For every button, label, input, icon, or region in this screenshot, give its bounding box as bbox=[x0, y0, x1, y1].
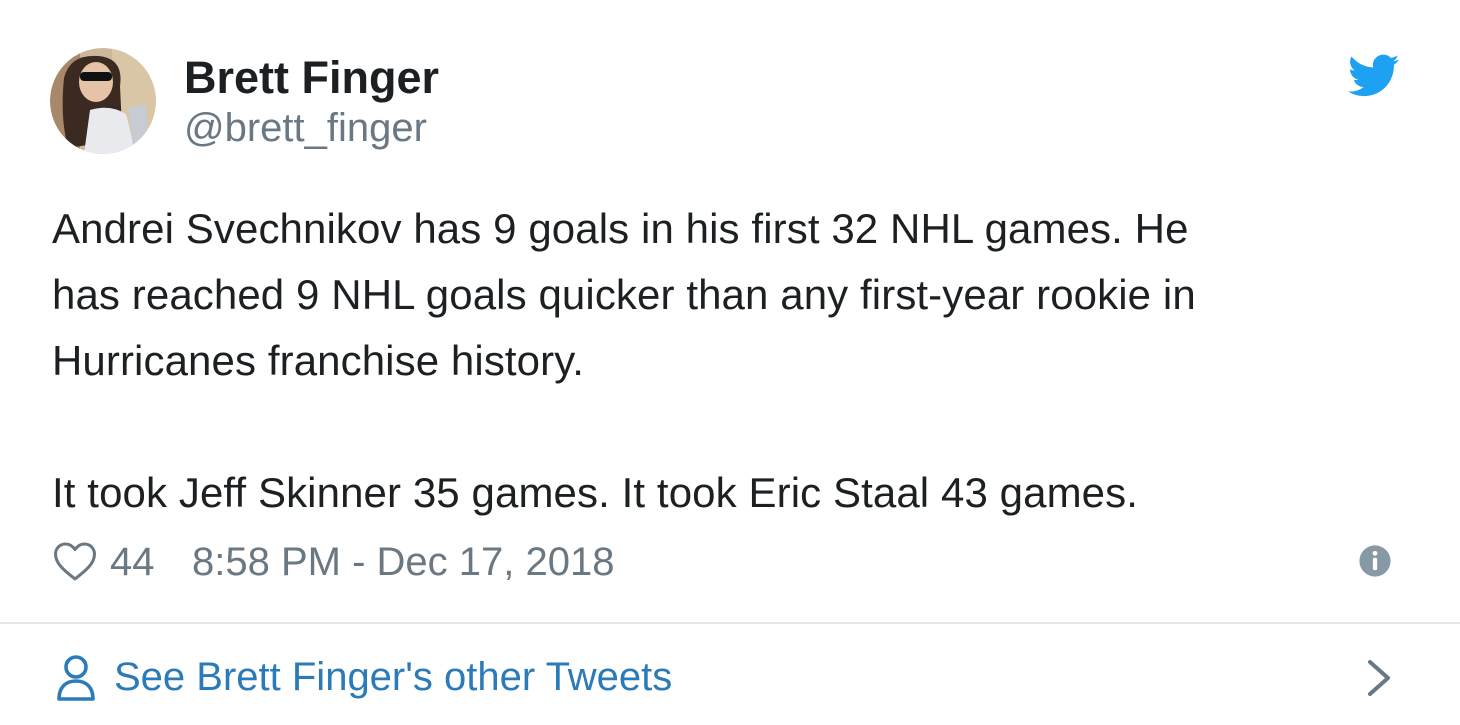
heart-icon[interactable] bbox=[52, 540, 98, 582]
tweet-timestamp[interactable]: 8:58 PM - Dec 17, 2018 bbox=[192, 538, 614, 586]
tweet-meta: 44 8:58 PM - Dec 17, 2018 bbox=[52, 536, 1402, 588]
see-other-tweets-label[interactable]: See Brett Finger's other Tweets bbox=[114, 652, 672, 702]
like-count[interactable]: 44 bbox=[110, 538, 155, 586]
info-icon[interactable] bbox=[1358, 544, 1392, 578]
tweet-text: Andrei Svechnikov has 9 goals in his fir… bbox=[52, 205, 1196, 516]
author-name[interactable]: Brett Finger bbox=[184, 52, 439, 104]
tweet-header: Brett Finger @brett_finger bbox=[50, 46, 1410, 156]
twitter-bird-icon[interactable] bbox=[1348, 54, 1400, 98]
person-icon bbox=[57, 655, 95, 701]
see-other-tweets-link[interactable]: See Brett Finger's other Tweets bbox=[0, 624, 1460, 725]
avatar[interactable] bbox=[50, 48, 156, 154]
author-handle[interactable]: @brett_finger bbox=[184, 104, 427, 152]
chevron-right-icon[interactable] bbox=[1364, 658, 1394, 698]
embedded-tweet-card: Brett Finger @brett_finger Andrei Svechn… bbox=[0, 0, 1460, 725]
